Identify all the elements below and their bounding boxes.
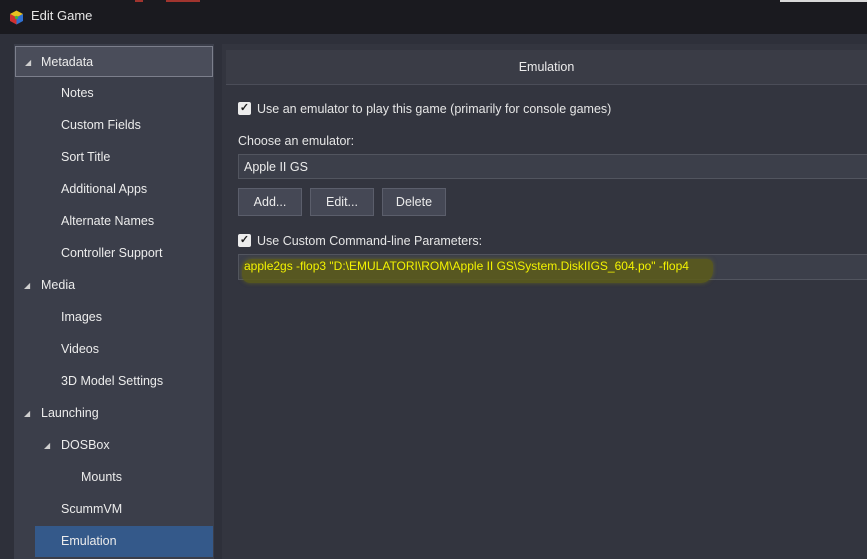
sidebar-item-label: Metadata [41,55,94,69]
sidebar-item-launching[interactable]: ◢ Launching [14,398,214,429]
sidebar-item-videos[interactable]: Videos [14,334,214,365]
command-line-value: apple2gs -flop3 "D:\EMULATORI\ROM\Apple … [244,259,689,273]
title-bar: Edit Game [0,0,867,34]
launchbox-cube-icon [10,10,23,25]
sidebar-item-scummvm[interactable]: ScummVM [14,494,214,525]
expand-arrow-icon[interactable]: ◢ [24,398,30,429]
sidebar-item-alternate-names[interactable]: Alternate Names [14,206,214,237]
choose-emulator-label: Choose an emulator: [238,134,355,148]
sidebar-item-label: Media [41,278,76,292]
sidebar-item-label: Custom Fields [61,118,141,132]
expand-arrow-icon[interactable]: ◢ [25,47,31,78]
sidebar-item-label: DOSBox [61,438,110,452]
sidebar-item-label: ScummVM [61,502,123,516]
sidebar-item-label: Additional Apps [61,182,148,196]
sidebar: ◢ Metadata Notes Custom Fields Sort Titl… [14,44,214,559]
sidebar-item-emulation[interactable]: Emulation [35,526,213,557]
sidebar-item-label: Launching [41,406,99,420]
emulator-select[interactable]: Apple II GS [238,154,867,179]
sidebar-item-mounts[interactable]: Mounts [14,462,214,493]
sidebar-item-sort-title[interactable]: Sort Title [14,142,214,173]
add-emulator-button[interactable]: Add... [238,188,302,216]
background-window-edge [135,0,143,2]
expand-arrow-icon[interactable]: ◢ [24,270,30,301]
custom-params-label: Use Custom Command-line Parameters: [257,234,483,248]
sidebar-item-additional-apps[interactable]: Additional Apps [14,174,214,205]
expand-arrow-icon[interactable]: ◢ [44,430,50,461]
sidebar-item-controller-support[interactable]: Controller Support [14,238,214,269]
sidebar-item-label: Alternate Names [61,214,155,228]
sidebar-item-media[interactable]: ◢ Media [14,270,214,301]
sidebar-item-label: Mounts [81,470,122,484]
sidebar-item-custom-fields[interactable]: Custom Fields [14,110,214,141]
section-header: Emulation [226,50,867,85]
use-emulator-checkbox[interactable]: ✓ [238,102,251,115]
emulation-panel: Emulation ✓ Use an emulator to play this… [222,44,867,559]
delete-emulator-button[interactable]: Delete [382,188,446,216]
command-line-input[interactable]: apple2gs -flop3 "D:\EMULATORI\ROM\Apple … [238,254,867,283]
sidebar-item-dosbox[interactable]: ◢ DOSBox [14,430,214,461]
sidebar-item-3d-model-settings[interactable]: 3D Model Settings [14,366,214,397]
sidebar-item-label: Videos [61,342,99,356]
sidebar-item-notes[interactable]: Notes [14,78,214,109]
sidebar-item-label: 3D Model Settings [61,374,164,388]
sidebar-item-images[interactable]: Images [14,302,214,333]
edit-emulator-button[interactable]: Edit... [310,188,374,216]
sidebar-item-label: Images [61,310,102,324]
sidebar-item-label: Emulation [61,534,117,548]
sidebar-item-label: Notes [61,86,94,100]
sidebar-item-label: Controller Support [61,246,163,260]
sidebar-item-label: Sort Title [61,150,111,164]
emulator-select-value: Apple II GS [244,160,308,174]
custom-params-checkbox[interactable]: ✓ [238,234,251,247]
sidebar-item-metadata[interactable]: ◢ Metadata [15,46,213,77]
window-title: Edit Game [31,8,93,23]
use-emulator-label: Use an emulator to play this game (prima… [257,102,612,116]
background-window-edge [166,0,200,2]
background-window-edge [780,0,867,2]
